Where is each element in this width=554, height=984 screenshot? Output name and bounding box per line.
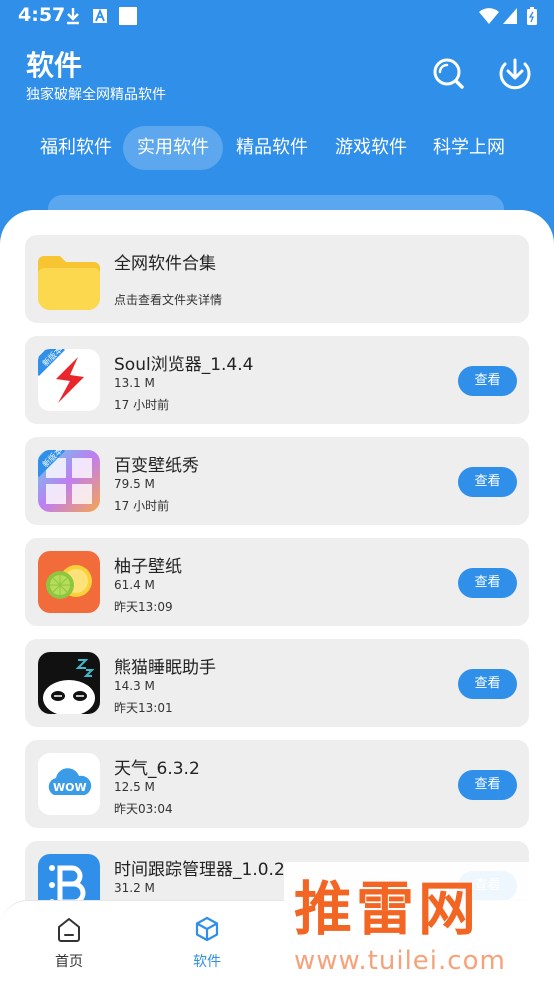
nav-software[interactable]: 软件: [167, 915, 247, 971]
app-card[interactable]: 柚子壁纸 61.4 M 昨天13:09 查看: [25, 538, 529, 626]
view-button[interactable]: 查看: [458, 669, 517, 699]
watermark-url: www.tuilei.com: [294, 946, 506, 976]
watermark: 推雷网 www.tuilei.com: [284, 862, 554, 984]
home-icon: [58, 918, 80, 942]
view-button[interactable]: 查看: [458, 568, 517, 598]
tab-welfare-software[interactable]: 福利软件: [26, 126, 126, 170]
app-size: 14.3 M: [114, 679, 155, 693]
nav-home[interactable]: 首页: [29, 915, 109, 971]
panda-sleep-icon: [38, 652, 100, 714]
svg-text:WOW: WOW: [53, 781, 87, 794]
wallpaper-show-icon: 新版本: [38, 450, 100, 512]
app-time: 17 小时前: [114, 398, 170, 412]
signal-icon: [503, 8, 517, 24]
app-time: 17 小时前: [114, 499, 170, 513]
app-card[interactable]: 新版本 Soul浏览器_1.4.4 13.1 M 17 小时前 查看: [25, 336, 529, 424]
app-size: 12.5 M: [114, 780, 155, 794]
square-icon: [119, 7, 137, 25]
tab-premium-software[interactable]: 精品软件: [222, 126, 322, 170]
cube-icon: [195, 916, 219, 942]
wifi-icon: [479, 8, 499, 24]
app-name: 时间跟踪管理器_1.0.2: [114, 860, 285, 880]
app-name: 熊猫睡眠助手: [114, 658, 216, 678]
weather-icon: WOW: [38, 753, 100, 815]
app-name: 百变壁纸秀: [114, 456, 199, 476]
app-name: 天气_6.3.2: [114, 759, 200, 779]
nav-home-label: 首页: [55, 954, 83, 970]
tab-utility-software[interactable]: 实用软件: [123, 126, 223, 170]
tab-game-software[interactable]: 游戏软件: [321, 126, 421, 170]
search-icon[interactable]: [430, 55, 466, 91]
grapefruit-icon: [38, 551, 100, 613]
app-card[interactable]: 熊猫睡眠助手 14.3 M 昨天13:01 查看: [25, 639, 529, 727]
app-time: 昨天03:04: [114, 802, 173, 816]
battery-icon: [527, 7, 537, 25]
app-size: 79.5 M: [114, 477, 155, 491]
a-icon: [93, 8, 107, 23]
view-button[interactable]: 查看: [458, 467, 517, 497]
app-name: Soul浏览器_1.4.4: [114, 355, 254, 375]
app-card[interactable]: WOW 天气_6.3.2 12.5 M 昨天03:04 查看: [25, 740, 529, 828]
nav-software-label: 软件: [193, 954, 221, 970]
download-icon[interactable]: [497, 55, 533, 91]
app-card[interactable]: 新版本 百变壁纸秀 79.5 M 17 小时前 查看: [25, 437, 529, 525]
tab-science-internet[interactable]: 科学上网: [419, 126, 519, 170]
app-time: 昨天13:09: [114, 600, 173, 614]
folder-name: 全网软件合集: [114, 254, 216, 274]
view-button[interactable]: 查看: [458, 366, 517, 396]
folder-icon: [38, 248, 100, 310]
folder-card[interactable]: 全网软件合集 点击查看文件夹详情: [25, 235, 529, 323]
status-time: 4:57: [18, 4, 66, 26]
app-size: 31.2 M: [114, 881, 155, 895]
app-size: 13.1 M: [114, 376, 155, 390]
download-icon: [67, 8, 79, 25]
page-title: 软件: [26, 49, 83, 82]
page-subtitle: 独家破解全网精品软件: [26, 87, 166, 103]
app-size: 61.4 M: [114, 578, 155, 592]
watermark-logo: 推雷网: [294, 875, 481, 943]
status-bar: 4:57: [0, 0, 554, 32]
app-time: 昨天13:01: [114, 701, 173, 715]
soul-browser-icon: 新版本: [38, 349, 100, 411]
view-button[interactable]: 查看: [458, 770, 517, 800]
folder-hint: 点击查看文件夹详情: [114, 293, 223, 307]
app-name: 柚子壁纸: [114, 557, 182, 577]
category-tabs: 福利软件 实用软件 精品软件 游戏软件 科学上网: [0, 126, 554, 170]
